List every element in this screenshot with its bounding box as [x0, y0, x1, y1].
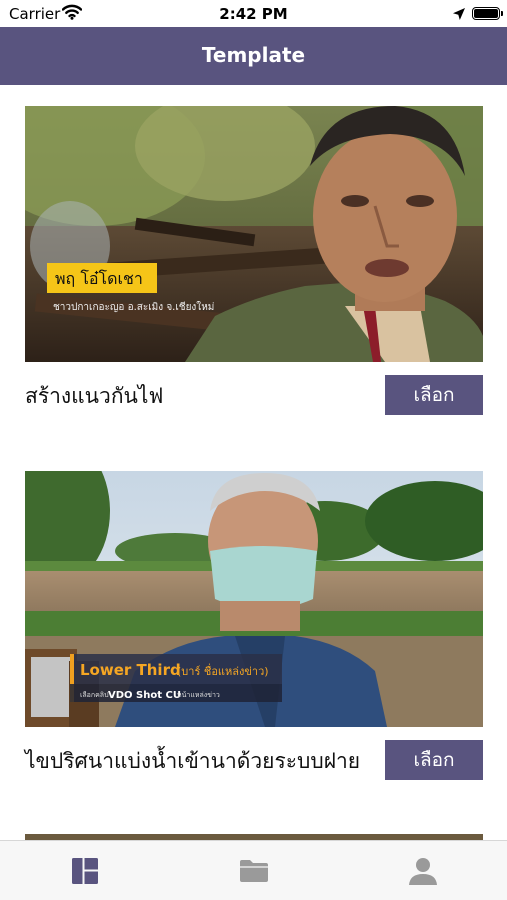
template-list[interactable]: พฤ โอ๋โดเชา ชาวปกาเกอะญอ อ.สะเมิง จ.เชีย…: [0, 85, 507, 840]
status-bar: Carrier 2:42 PM: [0, 0, 507, 27]
lower-third-small-suffix: หน้าแหล่งข่าว: [177, 691, 220, 699]
folder-icon: [239, 860, 268, 882]
template-card: Lower Third (บาร์ ชื่อแหล่งข่าว) เลือกคล…: [25, 471, 483, 801]
name-tag-caption: ชาวปกาเกอะญอ อ.สะเมิง จ.เชียงใหม่: [53, 301, 214, 313]
template-card: พฤ โอ๋โดเชา ชาวปกาเกอะญอ อ.สะเมิง จ.เชีย…: [25, 106, 483, 436]
lower-third-title: Lower Third: [80, 661, 181, 679]
template-title: สร้างแนวกันไฟ: [25, 384, 164, 408]
tab-folder[interactable]: [169, 841, 338, 900]
lower-third-small-prefix: เลือกคลิป: [80, 691, 109, 699]
lower-third-subtitle: (บาร์ ชื่อแหล่งข่าว): [177, 663, 269, 678]
clock-time: 2:42 PM: [219, 5, 288, 23]
name-tag-label: พฤ โอ๋โดเชา: [55, 269, 143, 288]
template-title: ไขปริศนาแบ่งน้ำเข้านาด้วยระบบฝาย: [25, 749, 361, 773]
video-thumbnail[interactable]: พฤ โอ๋โดเชา ชาวปกาเกอะญอ อ.สะเมิง จ.เชีย…: [25, 106, 483, 362]
tab-bar: [0, 840, 507, 900]
video-thumbnail[interactable]: Lower Third (บาร์ ชื่อแหล่งข่าว) เลือกคล…: [25, 471, 483, 727]
navigation-bar: Template: [0, 27, 507, 85]
select-button[interactable]: เลือก: [385, 740, 483, 780]
lower-third-small-bold: VDO Shot CU: [108, 690, 181, 701]
page-title: Template: [201, 43, 306, 67]
thumbnail-image: Lower Third (บาร์ ชื่อแหล่งข่าว) เลือกคล…: [25, 471, 483, 727]
person-icon: [408, 858, 437, 885]
select-button[interactable]: เลือก: [385, 375, 483, 415]
tab-profile[interactable]: [338, 841, 507, 900]
thumbnail-image: พฤ โอ๋โดเชา ชาวปกาเกอะญอ อ.สะเมิง จ.เชีย…: [25, 106, 483, 362]
location-arrow-icon: [452, 6, 466, 20]
battery-icon: [472, 7, 503, 20]
template-grid-icon: [71, 858, 98, 884]
tab-templates[interactable]: [0, 841, 169, 900]
